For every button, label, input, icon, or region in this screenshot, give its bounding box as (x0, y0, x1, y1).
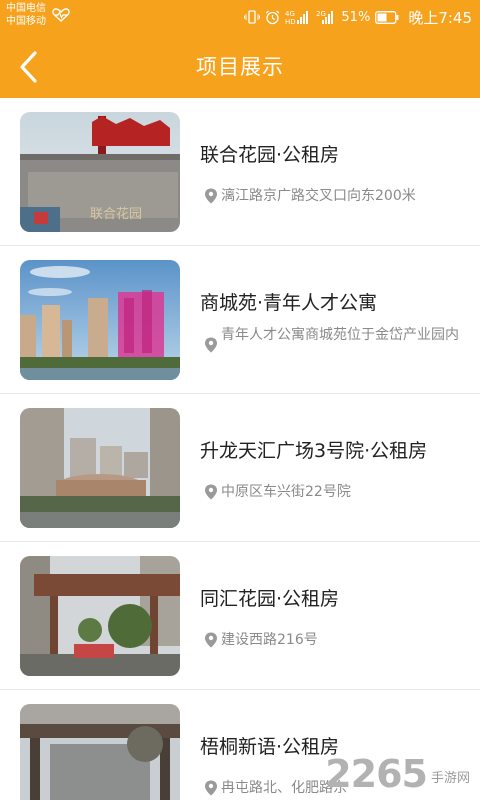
project-title: 联合花园·公租房 (200, 144, 340, 166)
project-item-shangchengyuan[interactable]: 商城苑·青年人才公寓 青年人才公寓商城苑位于金岱产业园内 (0, 246, 480, 394)
project-photo-image (20, 260, 180, 380)
project-photo-image (20, 704, 180, 800)
page-title: 项目展示 (196, 55, 284, 79)
status-time: 晚上7:45 (408, 8, 472, 27)
project-photo (20, 556, 180, 676)
health-heart-icon (52, 8, 70, 22)
carrier-2: 中国移动 (6, 16, 46, 27)
project-address: 建设西路216号 (204, 630, 466, 650)
location-pin-icon (205, 632, 217, 648)
back-button[interactable] (8, 46, 48, 88)
svg-text:2G: 2G (316, 10, 326, 18)
watermark-text: 手游网 (430, 771, 470, 786)
status-icons: 4G HD 2G 51% 晚上7:45 (244, 7, 472, 27)
location-pin-icon (205, 337, 217, 353)
location-pin-icon (205, 780, 217, 796)
carrier-1: 中国电信 (6, 3, 46, 14)
project-photo (20, 408, 180, 528)
project-address: 青年人才公寓商城苑位于金岱产业园内 (204, 325, 466, 353)
project-address-text: 青年人才公寓商城苑位于金岱产业园内 (221, 327, 459, 343)
project-list: 联合花园 联合花园·公租房 漓江路京广路交叉口向东200米 商城苑·青年人才公寓… (0, 98, 480, 800)
project-title: 升龙天汇广场3号院·公租房 (200, 440, 428, 462)
site-watermark: 2265 手游网 (325, 754, 470, 794)
status-bar: 中国电信 中国移动 4G HD 2G 51% 晚上7:45 (0, 0, 480, 36)
location-pin-icon (205, 188, 217, 204)
project-photo (20, 260, 180, 380)
project-title: 商城苑·青年人才公寓 (200, 292, 378, 314)
svg-text:4G: 4G (285, 10, 295, 18)
battery-icon (375, 10, 399, 24)
project-photo-image (20, 556, 180, 676)
carrier-info: 中国电信 中国移动 (6, 2, 46, 28)
location-pin-icon (205, 484, 217, 500)
project-address-text: 中原区车兴街22号院 (221, 484, 351, 500)
project-photo-image: 联合花园 (20, 112, 180, 232)
svg-text:联合花园: 联合花园 (90, 206, 142, 222)
chevron-left-icon (20, 51, 37, 83)
project-item-lianhe[interactable]: 联合花园 联合花园·公租房 漓江路京广路交叉口向东200米 (0, 98, 480, 246)
alarm-icon (266, 10, 280, 24)
project-address-text: 漓江路京广路交叉口向东200米 (221, 188, 416, 204)
app-header: 项目展示 (0, 36, 480, 98)
signal-4g-icon: 4G HD (285, 10, 309, 25)
watermark-number: 2265 (325, 752, 428, 796)
project-address: 中原区车兴街22号院 (204, 482, 466, 502)
project-item-shenglong[interactable]: 升龙天汇广场3号院·公租房 中原区车兴街22号院 (0, 394, 480, 542)
project-address-text: 建设西路216号 (221, 632, 318, 648)
signal-2g-icon: 2G (316, 10, 334, 24)
svg-text:HD: HD (285, 18, 296, 25)
project-photo: 联合花园 (20, 112, 180, 232)
project-title: 梧桐新语·公租房 (200, 736, 340, 758)
project-photo (20, 704, 180, 800)
project-title: 同汇花园·公租房 (200, 588, 340, 610)
battery-percent: 51% (341, 9, 371, 25)
vibrate-icon (244, 10, 261, 24)
project-address: 漓江路京广路交叉口向东200米 (204, 186, 466, 206)
project-photo-image (20, 408, 180, 528)
project-item-tonghui[interactable]: 同汇花园·公租房 建设西路216号 (0, 542, 480, 690)
